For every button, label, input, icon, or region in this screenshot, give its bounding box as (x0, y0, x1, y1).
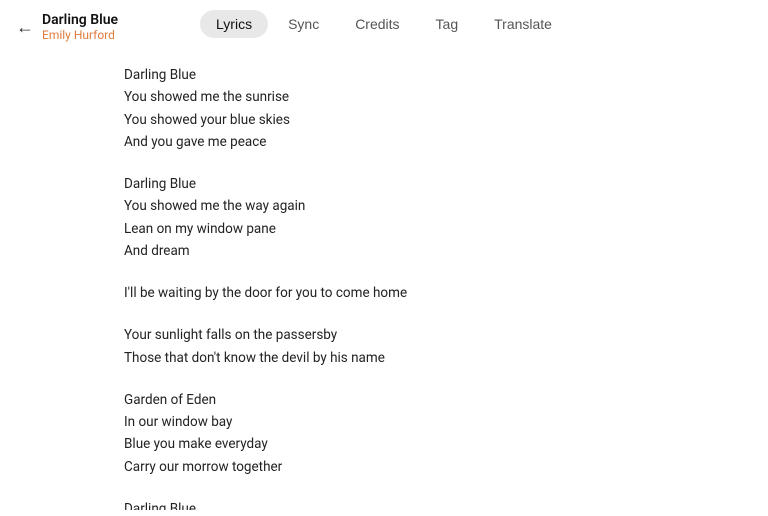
lyric-line: Carry our morrow together (124, 456, 644, 478)
lyric-line: Darling Blue (124, 498, 644, 510)
lyric-line: And you gave me peace (124, 131, 644, 153)
tab-sync[interactable]: Sync (272, 10, 335, 38)
verse-4: Your sunlight falls on the passersby Tho… (124, 324, 644, 369)
lyric-line: I'll be waiting by the door for you to c… (124, 282, 644, 304)
back-arrow-icon: ← (16, 17, 34, 38)
lyric-line: You showed me the way again (124, 195, 644, 217)
lyric-line: You showed your blue skies (124, 109, 644, 131)
lyrics-content: Darling Blue You showed me the sunrise Y… (0, 54, 768, 510)
lyric-line: In our window bay (124, 411, 644, 433)
tab-lyrics[interactable]: Lyrics (200, 10, 268, 38)
song-info: Darling Blue Emily Hurford (42, 12, 118, 42)
lyric-line: Darling Blue (124, 173, 644, 195)
verse-6: Darling Blue I'm a painter of you Portra… (124, 498, 644, 510)
back-button[interactable]: ← (16, 17, 34, 38)
lyric-line: You showed me the sunrise (124, 86, 644, 108)
lyric-line: Those that don't know the devil by his n… (124, 347, 644, 369)
verse-2: Darling Blue You showed me the way again… (124, 173, 644, 262)
tab-tag[interactable]: Tag (420, 10, 475, 38)
lyric-line: And dream (124, 240, 644, 262)
header: ← Darling Blue Emily Hurford Lyrics Sync… (0, 0, 768, 54)
lyric-line: Your sunlight falls on the passersby (124, 324, 644, 346)
tab-credits[interactable]: Credits (339, 10, 415, 38)
tab-translate[interactable]: Translate (478, 10, 568, 38)
lyric-line: Darling Blue (124, 64, 644, 86)
lyric-line: Lean on my window pane (124, 218, 644, 240)
nav-tabs: Lyrics Sync Credits Tag Translate (200, 10, 568, 38)
verse-1: Darling Blue You showed me the sunrise Y… (124, 64, 644, 153)
song-artist: Emily Hurford (42, 28, 118, 42)
lyric-line: Blue you make everyday (124, 433, 644, 455)
lyric-line: Garden of Eden (124, 389, 644, 411)
verse-3: I'll be waiting by the door for you to c… (124, 282, 644, 304)
song-title: Darling Blue (42, 12, 118, 28)
verse-5: Garden of Eden In our window bay Blue yo… (124, 389, 644, 478)
